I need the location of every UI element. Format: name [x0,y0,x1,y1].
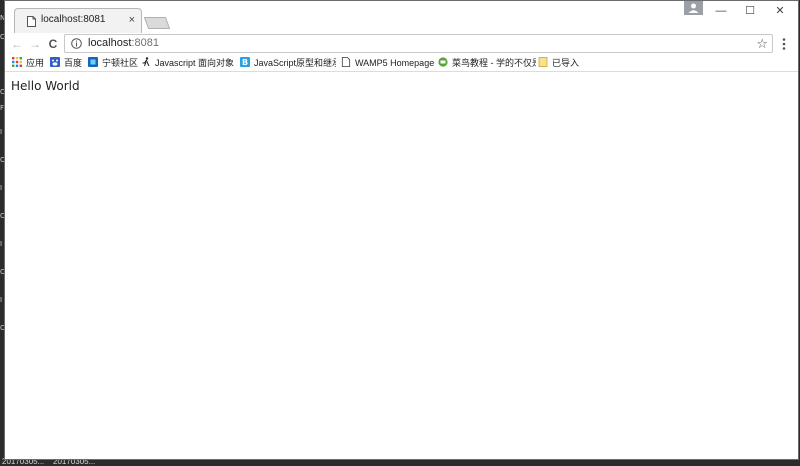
back-button[interactable]: ← [9,36,25,52]
b-icon: B [240,57,250,67]
profile-button[interactable] [684,1,703,15]
tab-title: localhost:8081 [41,14,106,25]
background-text: I [0,184,3,192]
url-port: :8081 [131,37,159,49]
svg-text:B: B [242,58,248,67]
profile-icon [688,3,699,13]
background-text: I [0,240,3,248]
bookmark-label: 菜鸟教程 - 学的不仅是 [452,58,536,68]
page-content: Hello World [5,72,798,459]
close-tab-icon[interactable]: × [129,13,135,27]
url-host: localhost [88,37,132,49]
bookmark-baidu[interactable]: 百度 [50,56,88,70]
folder-icon [538,57,548,67]
bookmark-imported-folder[interactable]: 已导入 [538,56,588,70]
close-window-button[interactable]: ✕ [768,3,792,19]
bookmark-community[interactable]: 宁顿社区 [88,56,140,70]
address-bar[interactable]: localhost:8081 ☆ [64,34,773,53]
page-icon [341,57,351,67]
background-text: I [0,296,3,304]
baidu-icon [50,57,60,67]
bookmark-label: 百度 [64,58,83,68]
bookmark-wamp5[interactable]: WAMP5 Homepage [341,56,441,70]
reload-button[interactable]: C [45,36,61,52]
minimize-button[interactable]: — [709,3,733,19]
url-text[interactable]: localhost:8081 [88,37,159,49]
runoob-icon [438,57,448,67]
bookmark-js-oop[interactable]: Javascript 面向对象 [141,56,239,70]
tab-strip: localhost:8081 × — ☐ ✕ [5,1,798,33]
bookmark-label: JavaScript原型和继承 [254,58,336,68]
tab-localhost[interactable]: localhost:8081 × [14,8,142,33]
forward-button[interactable]: → [27,36,43,52]
bookmark-apps[interactable]: 应用 [12,56,50,70]
background-text: I [0,128,3,136]
page-icon [27,16,36,27]
bookmark-label: 宁顿社区 [102,58,139,68]
bookmark-label: WAMP5 Homepage [355,58,435,68]
apps-grid-icon [12,57,22,67]
bookmark-runoob[interactable]: 菜鸟教程 - 学的不仅是 [438,56,536,70]
bookmark-star-icon[interactable]: ☆ [756,36,768,51]
bookmark-label: 已导入 [552,58,580,68]
info-icon[interactable] [71,38,82,49]
bookmark-label: Javascript 面向对象 [155,58,235,68]
runner-icon [142,57,150,67]
bookmarks-bar: 应用 百度 宁顿社区 Javascript 面向对象 B JavaScript原… [5,55,798,72]
new-tab-button[interactable] [143,17,171,29]
bookmark-label: 应用 [26,58,45,68]
site-icon [88,57,98,67]
browser-window: localhost:8081 × — ☐ ✕ ← → C localhost:8… [4,0,799,460]
maximize-button[interactable]: ☐ [738,3,762,19]
bookmark-js-prototype[interactable]: B JavaScript原型和继承 [240,56,336,70]
browser-toolbar: ← → C localhost:8081 ☆ [5,33,798,55]
kebab-menu-icon[interactable] [779,37,789,51]
page-text: Hello World [11,79,80,93]
